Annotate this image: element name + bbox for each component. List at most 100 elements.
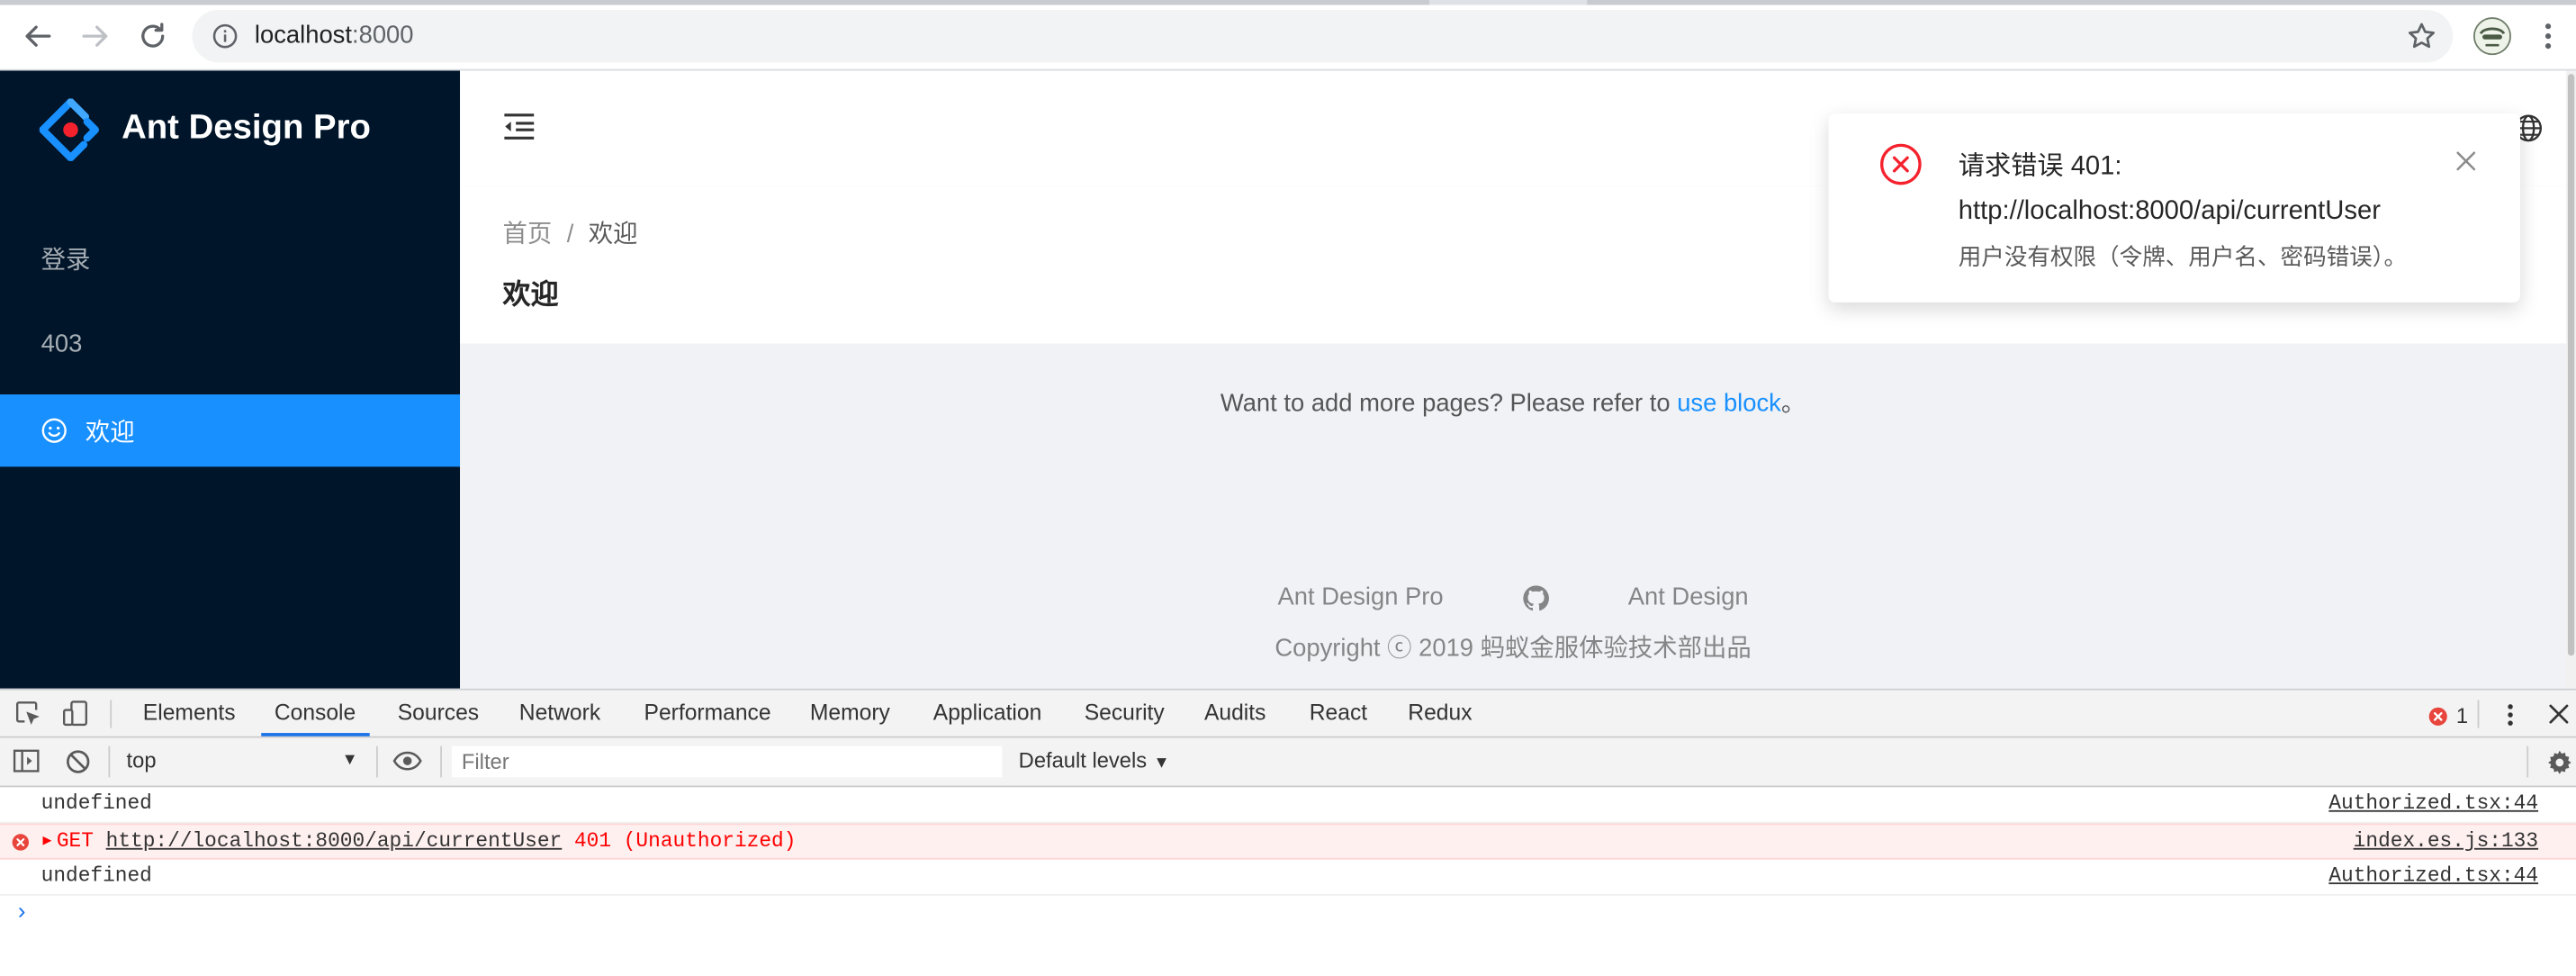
filter-input[interactable] [451, 746, 988, 778]
context-select[interactable]: top ▼ [127, 748, 366, 774]
back-button[interactable] [16, 14, 59, 57]
request-method: GET [56, 829, 94, 854]
ant-design-logo[interactable] [39, 98, 102, 161]
toolbar-divider [375, 746, 378, 778]
tab-security[interactable]: Security [1085, 691, 1165, 737]
console-source-link[interactable]: Authorized.tsx:44 [2328, 860, 2538, 894]
arrow-right-icon [82, 25, 108, 47]
url-port: :8000 [351, 21, 414, 50]
welcome-text: Want to add more pages? Please refer to [1220, 389, 1678, 418]
notification-title-url: http://localhost:8000/api/currentUser [1958, 197, 2381, 226]
welcome-message: Want to add more pages? Please refer to … [460, 388, 2566, 421]
page-title: 欢迎 [502, 279, 559, 311]
address-url[interactable]: localhost:8000 [255, 22, 414, 51]
devtools-close-button[interactable] [2548, 703, 2570, 725]
log-levels-select[interactable]: Default levels ▼ [1019, 748, 1170, 778]
breadcrumb-home[interactable]: 首页 [503, 221, 553, 249]
site-info-button[interactable] [212, 23, 238, 50]
error-count-badge[interactable]: 1 [2428, 703, 2469, 728]
device-toolbar-button[interactable] [62, 700, 88, 727]
bookmark-button[interactable] [2407, 22, 2436, 51]
browser-tab[interactable] [1587, 0, 2576, 5]
info-circle-icon [212, 23, 238, 49]
github-icon [1522, 585, 1549, 611]
request-status: 401 (Unauthorized) [573, 829, 797, 854]
menu-item-label: 登录 [41, 245, 91, 274]
page-scrollbar-thumb[interactable] [2567, 74, 2575, 656]
tab-console[interactable]: Console [261, 691, 368, 737]
close-icon [2456, 151, 2476, 171]
notification-close-button[interactable] [2454, 149, 2478, 173]
devtools-tabbar: Elements Console Sources Network Perform… [0, 690, 2576, 738]
toolbar-divider [108, 746, 111, 778]
profile-avatar[interactable] [2472, 16, 2512, 56]
reload-button[interactable] [131, 14, 174, 57]
console-source-link[interactable]: Authorized.tsx:44 [2328, 787, 2538, 821]
tab-performance[interactable]: Performance [644, 691, 771, 737]
toolbar-divider [440, 746, 443, 778]
use-block-link[interactable]: use block [1677, 390, 1781, 418]
menu-item-label: 403 [41, 329, 83, 358]
tab-sources[interactable]: Sources [398, 691, 479, 737]
notification-icon-wrap [1879, 143, 1922, 185]
notification-title: 请求错误 401: http://localhost:8000/api/curr… [1959, 145, 2468, 234]
browser-toolbar: localhost:8000 [0, 0, 2576, 71]
console-source-link[interactable]: index.es.js:133 [2354, 825, 2538, 859]
forward-button[interactable] [74, 14, 116, 57]
tab-react[interactable]: React [1310, 691, 1367, 737]
notification-title-line: 请求错误 401: [1958, 152, 2122, 181]
inspect-element-button[interactable] [14, 700, 41, 727]
browser-tab[interactable] [0, 0, 1430, 5]
breadcrumb-current: 欢迎 [588, 220, 638, 249]
sidebar-toggle-icon [13, 749, 40, 773]
console-error-message: ▶ GET http://localhost:8000/api/currentUs… [42, 825, 796, 859]
console-message: undefined [41, 791, 152, 816]
console-line: undefined Authorized.tsx:44 [0, 860, 2576, 896]
page-scrollbar[interactable] [2566, 70, 2576, 689]
menu-item-login[interactable]: 登录 [0, 221, 460, 294]
toolbar-divider [110, 700, 113, 728]
console-output: undefined Authorized.tsx:44 ▶ GET http://… [0, 787, 2576, 976]
app-brand-title[interactable]: Ant Design Pro [122, 107, 371, 149]
avatar-icon [2472, 17, 2511, 56]
console-settings-button[interactable] [2546, 749, 2572, 775]
menu-fold-button[interactable] [503, 112, 536, 141]
console-error-line[interactable]: ▶ GET http://localhost:8000/api/currentUs… [0, 823, 2576, 860]
menu-fold-icon [504, 113, 535, 140]
browser-menu-button[interactable] [2535, 16, 2561, 56]
footer-link-github[interactable] [1522, 585, 1549, 611]
expand-triangle-icon[interactable]: ▶ [42, 833, 51, 849]
tab-redux[interactable]: Redux [1408, 691, 1472, 737]
error-circle-icon [2428, 706, 2447, 725]
gear-icon [2548, 750, 2571, 774]
tab-audits[interactable]: Audits [1204, 691, 1266, 737]
ant-logo-icon [39, 98, 99, 161]
devtools-menu-button[interactable] [2500, 701, 2520, 727]
app-sider: Ant Design Pro 登录 403 欢迎 [0, 70, 461, 689]
menu-item-welcome[interactable]: 欢迎 [0, 394, 461, 467]
tab-memory[interactable]: Memory [810, 691, 890, 737]
log-levels-value: Default levels [1018, 747, 1148, 773]
console-toolbar: top ▼ Default levels ▼ [0, 737, 2576, 788]
kebab-icon [2508, 704, 2513, 726]
menu-item-403[interactable]: 403 [0, 307, 460, 379]
arrow-left-icon [25, 25, 51, 47]
request-url-link[interactable]: http://localhost:8000/api/currentUser [106, 830, 563, 854]
clear-console-button[interactable] [66, 749, 90, 773]
breadcrumb-separator: / [566, 220, 574, 249]
live-expression-button[interactable] [392, 751, 422, 771]
error-count: 1 [2455, 703, 2469, 728]
filter-field[interactable] [450, 744, 1004, 780]
tab-network[interactable]: Network [519, 691, 600, 737]
block-icon [67, 750, 90, 773]
welcome-suffix: 。 [1780, 389, 1806, 418]
address-bar[interactable]: localhost:8000 [192, 9, 2454, 63]
console-prompt[interactable]: › [14, 900, 28, 926]
tab-elements[interactable]: Elements [143, 691, 236, 737]
footer-link-ant-design[interactable]: Ant Design [1628, 582, 1749, 615]
footer-link-ant-design-pro[interactable]: Ant Design Pro [1278, 582, 1444, 615]
toolbar-divider [2477, 700, 2480, 728]
show-sidebar-button[interactable] [13, 749, 40, 773]
tab-application[interactable]: Application [933, 691, 1042, 737]
close-circle-icon [1880, 143, 1922, 185]
